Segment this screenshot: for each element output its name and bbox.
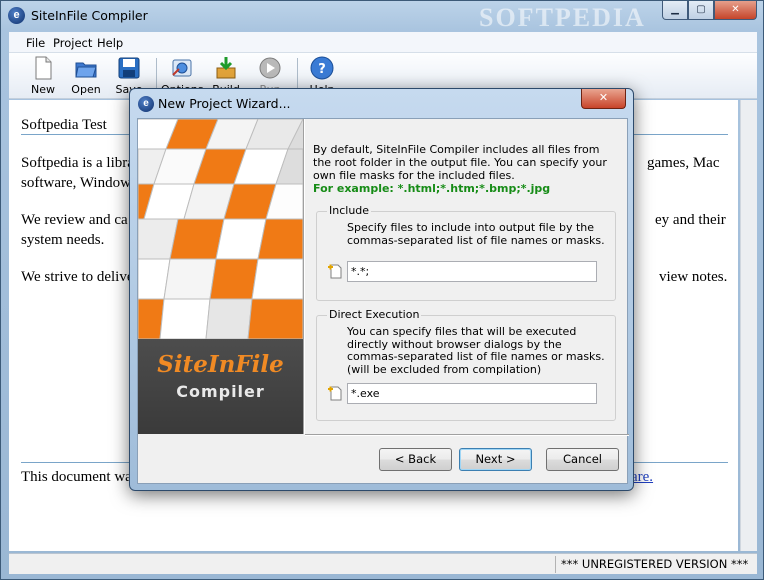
open-label: Open: [71, 83, 101, 96]
new-button[interactable]: New: [22, 55, 64, 97]
doc-text: view notes.: [659, 269, 728, 285]
include-group-label: Include: [327, 204, 372, 217]
vertical-scrollbar[interactable]: [740, 100, 757, 551]
run-icon: [259, 57, 281, 79]
doc-text: Softpedia is a libra: [21, 155, 134, 171]
maximize-button[interactable]: ▢: [688, 1, 714, 20]
brand-subtitle: Compiler: [176, 382, 265, 401]
doc-footer-text: This document was: [21, 469, 138, 485]
example-text: For example: *.html;*.htm;*.bmp;*.jpg: [313, 182, 551, 195]
include-masks-input[interactable]: *.*;: [347, 261, 597, 282]
new-project-wizard-dialog: e New Project Wizard... ✕ SiteInFile Com…: [129, 88, 634, 491]
app-logo-icon: e: [8, 7, 25, 24]
minimize-button[interactable]: ▁: [662, 1, 688, 20]
help-icon: ?: [310, 56, 334, 80]
brand-name: SiteInFile: [157, 351, 284, 378]
window-title: SiteInFile Compiler: [31, 8, 148, 23]
open-button[interactable]: Open: [65, 55, 107, 97]
new-document-icon: [35, 56, 52, 80]
menu-project[interactable]: Project: [53, 36, 92, 50]
intro-text: By default, SiteInFile Compiler includes…: [313, 143, 607, 182]
doc-text: system needs.: [21, 232, 105, 248]
next-button[interactable]: Next >: [459, 448, 532, 471]
cubes-artwork: [138, 119, 303, 340]
status-bar: *** UNREGISTERED VERSION ***: [9, 553, 757, 574]
file-add-icon[interactable]: [327, 263, 344, 280]
close-button[interactable]: ✕: [714, 1, 757, 20]
open-folder-icon: [75, 62, 97, 78]
document-heading: Softpedia Test: [21, 117, 107, 133]
doc-text: software, Window: [21, 175, 131, 191]
wizard-banner-image: SiteInFile Compiler: [138, 119, 303, 434]
doc-text: ey and their: [655, 212, 726, 228]
direct-execution-group-label: Direct Execution: [327, 308, 422, 321]
doc-footer-link[interactable]: are.: [631, 469, 653, 485]
cancel-button[interactable]: Cancel: [546, 448, 619, 471]
doc-text: We strive to delive: [21, 269, 134, 285]
file-add-icon[interactable]: [327, 385, 344, 402]
softpedia-watermark: SOFTPEDIA: [479, 3, 646, 32]
build-icon: [216, 57, 236, 79]
direct-execution-description: You can specify files that will be execu…: [347, 325, 605, 376]
save-disk-icon: [118, 57, 140, 79]
dialog-close-button[interactable]: ✕: [581, 89, 626, 109]
direct-execution-group: Direct Execution You can specify files t…: [316, 308, 616, 421]
doc-text: games, Mac: [647, 155, 720, 171]
dialog-app-icon: e: [138, 96, 154, 112]
options-icon: [172, 59, 192, 77]
dialog-title: New Project Wizard...: [158, 96, 291, 111]
panel-divider: [303, 119, 305, 434]
direct-execution-masks-input[interactable]: *.exe: [347, 383, 597, 404]
menu-bar: File Project Help: [9, 32, 757, 53]
include-group: Include Specify files to include into ou…: [316, 204, 616, 301]
include-description: Specify files to include into output fil…: [347, 221, 605, 247]
title-bar[interactable]: e SiteInFile Compiler SOFTPEDIA ▁ ▢ ✕: [1, 1, 763, 32]
dialog-body: SiteInFile Compiler By default, SiteInFi…: [137, 118, 629, 484]
registration-status: *** UNREGISTERED VERSION ***: [555, 556, 757, 573]
back-button[interactable]: < Back: [379, 448, 452, 471]
dialog-button-separator: [305, 434, 629, 436]
new-label: New: [31, 83, 55, 96]
doc-text: We review and ca: [21, 212, 128, 228]
svg-text:?: ?: [318, 62, 326, 77]
menu-help[interactable]: Help: [97, 36, 123, 50]
menu-file[interactable]: File: [26, 36, 45, 50]
